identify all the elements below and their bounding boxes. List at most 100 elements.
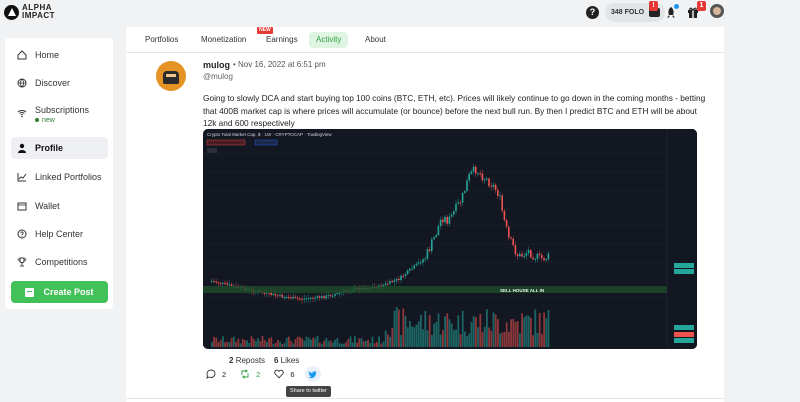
sidebar-item-competitions[interactable]: Competitions: [11, 251, 108, 273]
volume-bar: [490, 330, 493, 347]
volume-bar: [296, 336, 299, 347]
candle-body: [475, 166, 477, 174]
tab-activity[interactable]: Activity: [309, 32, 349, 48]
candle-body: [488, 178, 490, 187]
volume-bar: [338, 343, 341, 347]
candle-body: [283, 297, 286, 299]
volume-bar: [431, 334, 433, 347]
candle-body: [466, 180, 468, 192]
candle-body: [211, 280, 213, 282]
volume-bar: [349, 336, 352, 347]
candle-body: [393, 280, 396, 282]
volume-bar: [228, 342, 231, 347]
volume-bar: [510, 319, 512, 347]
rocket-icon[interactable]: [666, 7, 676, 19]
sidebar-item-linked-portfolios[interactable]: Linked Portfolios: [11, 166, 108, 188]
candle-body: [413, 265, 415, 269]
candle-body: [479, 173, 481, 175]
candle-body: [464, 191, 466, 193]
tab-earnings[interactable]: Earnings: [259, 32, 305, 48]
logo-mark-icon: [4, 4, 19, 20]
candle-body: [450, 214, 453, 217]
volume-bar: [543, 312, 545, 347]
volume-bar: [360, 338, 363, 347]
volume-bar: [303, 340, 306, 347]
share-twitter-button[interactable]: [304, 366, 321, 382]
create-post-label: Create Post: [43, 287, 94, 297]
volume-bar: [450, 323, 453, 347]
volume-bar: [426, 330, 429, 347]
volume-bar: [292, 343, 295, 347]
candle-body: [303, 298, 305, 300]
volume-bar: [541, 334, 543, 347]
sidebar-item-profile[interactable]: Profile: [11, 137, 108, 159]
tab-about[interactable]: About: [358, 32, 393, 48]
volume-bar: [252, 338, 255, 347]
question-circle-icon[interactable]: ?: [586, 6, 599, 19]
candle-body: [307, 298, 310, 300]
sidebar-item-help-center[interactable]: Help Center: [11, 223, 108, 245]
comment-count: 2: [222, 369, 227, 379]
post-stats: 2 Reposts 6 Likes: [229, 356, 299, 365]
candle-body: [481, 173, 484, 181]
volume-bar: [420, 314, 422, 347]
candle-body: [215, 281, 217, 283]
create-post-button[interactable]: Create Post: [11, 281, 108, 303]
author-avatar[interactable]: [156, 61, 186, 91]
candle-body: [296, 297, 299, 299]
sidebar-item-wallet[interactable]: Wallet: [11, 195, 108, 217]
candle-body: [545, 259, 547, 261]
main-content: Portfolios Monetization NEW Earnings Act…: [126, 27, 724, 402]
sidebar-item-home[interactable]: Home: [11, 44, 108, 66]
candle-body: [543, 258, 545, 261]
volume-bar: [486, 309, 488, 347]
candle-body: [398, 278, 400, 281]
volume-bar: [424, 311, 427, 347]
candle-body: [426, 249, 429, 259]
volume-bar: [464, 331, 466, 347]
alpha-impact-logo[interactable]: ALPHA IMPACT: [4, 4, 55, 20]
volume-bar: [475, 317, 477, 347]
candle-body: [213, 280, 215, 282]
candle-body: [532, 257, 534, 260]
volume-bar: [457, 315, 460, 347]
candle-body: [224, 282, 226, 284]
volume-bar: [459, 334, 462, 347]
repost-button[interactable]: 2: [240, 369, 260, 379]
sidebar-item-label: Linked Portfolios: [35, 172, 102, 182]
tab-portfolios[interactable]: Portfolios: [138, 32, 185, 48]
post-author[interactable]: mulog: [203, 60, 230, 70]
volume-bar: [437, 313, 440, 347]
likes-label[interactable]: Likes: [281, 356, 300, 365]
candle-body: [411, 268, 413, 270]
candle-body: [316, 296, 319, 298]
candle-body: [497, 190, 499, 196]
volume-bar: [345, 342, 347, 347]
candle-body: [400, 275, 402, 281]
chart-annotation: SELL HOUSE ALL IN: [500, 288, 545, 293]
user-avatar[interactable]: [710, 4, 724, 18]
volume-bar: [263, 340, 266, 347]
comment-button[interactable]: 2: [206, 369, 226, 379]
like-button[interactable]: 6: [274, 369, 295, 379]
candle-body: [499, 195, 501, 197]
candle-body: [527, 250, 530, 254]
sidebar-item-subscriptions[interactable]: Subscriptions new: [11, 101, 108, 129]
sidebar-item-discover[interactable]: Discover: [11, 72, 108, 94]
post-chart-image[interactable]: Crypto Total Market Cap, $ · 1W · CRYPTO…: [203, 129, 697, 349]
twitter-icon: [308, 370, 317, 378]
globe-icon: [17, 78, 27, 88]
candle-body: [494, 184, 497, 191]
reposts-label[interactable]: Reposts: [236, 356, 265, 365]
volume-bar: [266, 341, 268, 347]
volume-bar: [413, 327, 416, 347]
candle-body: [538, 253, 541, 256]
volume-bar: [343, 343, 345, 347]
volume-bar: [230, 337, 233, 347]
volume-bar: [494, 314, 497, 347]
candle-body: [459, 202, 462, 204]
create-post-icon: [25, 287, 35, 297]
volume-bar: [362, 341, 365, 347]
volume-bar: [294, 339, 297, 347]
tab-monetization[interactable]: Monetization: [194, 32, 253, 48]
